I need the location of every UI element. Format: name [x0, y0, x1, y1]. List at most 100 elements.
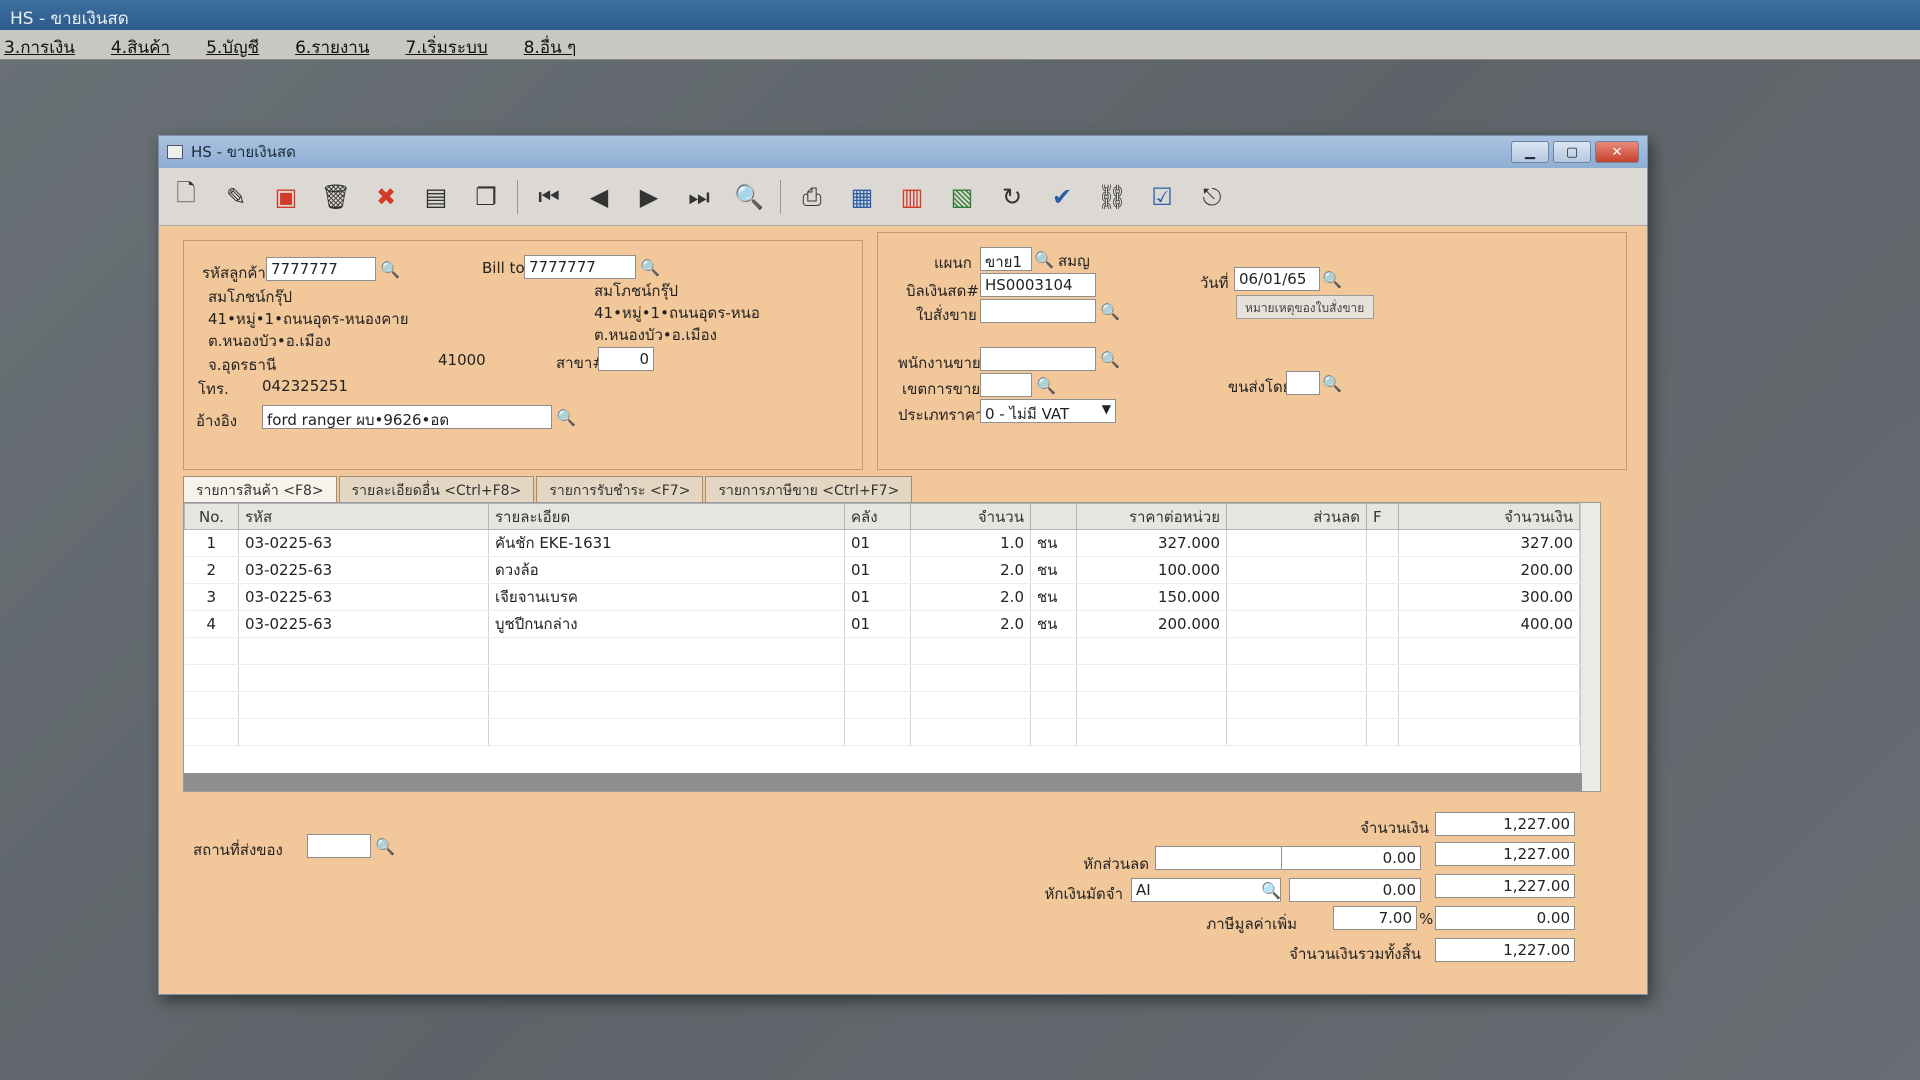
- cell-amount[interactable]: 200.00: [1398, 556, 1580, 584]
- tab-payments[interactable]: รายการรับชำระ <F7>: [536, 476, 704, 502]
- calculator-icon[interactable]: ▦: [843, 178, 881, 216]
- col-unit[interactable]: [1030, 503, 1077, 530]
- customer-search-icon[interactable]: 🔍: [378, 257, 402, 281]
- cell-discount[interactable]: [1226, 610, 1367, 638]
- last-record-icon[interactable]: ⏭: [680, 178, 718, 216]
- sales-area-search-icon[interactable]: 🔍: [1034, 373, 1058, 397]
- col-discount[interactable]: ส่วนลด: [1226, 503, 1367, 530]
- cell-flag[interactable]: [1366, 583, 1399, 611]
- tab-sales-tax[interactable]: รายการภาษีขาย <Ctrl+F7>: [705, 476, 913, 502]
- shipping-search-icon[interactable]: 🔍: [1320, 371, 1344, 395]
- delivery-place-field[interactable]: [307, 834, 371, 858]
- cell-quantity[interactable]: 2.0: [910, 583, 1031, 611]
- menu-products[interactable]: 4.สินค้า: [111, 34, 170, 58]
- cell-unit-price[interactable]: 200.000: [1076, 610, 1227, 638]
- first-record-icon[interactable]: ⏮: [530, 178, 568, 216]
- cell-code[interactable]: 03-0225-63: [238, 610, 489, 638]
- menu-reports[interactable]: 6.รายงาน: [295, 34, 369, 58]
- cell-no[interactable]: 1: [184, 529, 239, 557]
- discount-field[interactable]: 0.00: [1281, 846, 1421, 870]
- print-icon[interactable]: ⎙: [793, 178, 831, 216]
- col-flag[interactable]: F: [1366, 503, 1399, 530]
- grid-vertical-scrollbar[interactable]: [1580, 503, 1600, 791]
- void-icon[interactable]: ▣: [267, 178, 305, 216]
- cell-description[interactable]: เจียจานเบรค: [488, 583, 845, 611]
- report-icon[interactable]: ▥: [893, 178, 931, 216]
- approve-icon[interactable]: ✔: [1043, 178, 1081, 216]
- delivery-place-search-icon[interactable]: 🔍: [373, 834, 397, 858]
- date-field[interactable]: 06/01/65: [1234, 267, 1320, 291]
- vat-rate-field[interactable]: 7.00: [1333, 906, 1417, 930]
- menu-accounts[interactable]: 5.บัญชี: [206, 34, 259, 58]
- salesman-search-icon[interactable]: 🔍: [1098, 347, 1122, 371]
- close-button[interactable]: ✕: [1595, 141, 1639, 163]
- edit-icon[interactable]: ✎: [217, 178, 255, 216]
- previous-record-icon[interactable]: ◀: [580, 178, 618, 216]
- next-record-icon[interactable]: ▶: [630, 178, 668, 216]
- cell-discount[interactable]: [1226, 583, 1367, 611]
- cell-unit-price[interactable]: 150.000: [1076, 583, 1227, 611]
- empty-row[interactable]: [184, 664, 1580, 692]
- cell-description[interactable]: คันชัก EKE-1631: [488, 529, 845, 557]
- table-row[interactable]: 3 03-0225-63 เจียจานเบรค 01 2.0 ชน 150.0…: [184, 583, 1580, 611]
- col-no[interactable]: No.: [184, 503, 239, 530]
- cell-unit[interactable]: ชน: [1030, 529, 1077, 557]
- deposit-field[interactable]: 0.00: [1289, 878, 1421, 902]
- table-row[interactable]: 4 03-0225-63 บูชปีกนกล่าง 01 2.0 ชน 200.…: [184, 610, 1580, 638]
- cell-unit[interactable]: ชน: [1030, 556, 1077, 584]
- col-amount[interactable]: จำนวนเงิน: [1398, 503, 1580, 530]
- customer-code-field[interactable]: 7777777: [266, 257, 376, 281]
- export-icon[interactable]: ▧: [943, 178, 981, 216]
- delete-icon[interactable]: 🗑: [317, 178, 355, 216]
- bill-to-search-icon[interactable]: 🔍: [638, 255, 662, 279]
- table-row[interactable]: 1 03-0225-63 คันชัก EKE-1631 01 1.0 ชน 3…: [184, 529, 1580, 557]
- branch-field[interactable]: 0: [598, 347, 654, 371]
- cell-warehouse[interactable]: 01: [844, 556, 911, 584]
- cell-code[interactable]: 03-0225-63: [238, 583, 489, 611]
- cell-unit[interactable]: ชน: [1030, 583, 1077, 611]
- cell-discount[interactable]: [1226, 556, 1367, 584]
- cell-code[interactable]: 03-0225-63: [238, 556, 489, 584]
- grid-horizontal-scrollbar[interactable]: [184, 773, 1582, 791]
- salesman-field[interactable]: [980, 347, 1096, 371]
- cell-no[interactable]: 3: [184, 583, 239, 611]
- exit-icon[interactable]: ⎋: [1193, 178, 1231, 216]
- reference-field[interactable]: ford ranger ผบ•9626•อด: [262, 405, 552, 429]
- cell-amount[interactable]: 400.00: [1398, 610, 1580, 638]
- cell-warehouse[interactable]: 01: [844, 610, 911, 638]
- cell-amount[interactable]: 327.00: [1398, 529, 1580, 557]
- col-warehouse[interactable]: คลัง: [844, 503, 911, 530]
- discount-code-field[interactable]: [1155, 846, 1301, 870]
- menu-setup[interactable]: 7.เริ่มระบบ: [405, 34, 487, 58]
- empty-row[interactable]: [184, 637, 1580, 665]
- tab-other-details[interactable]: รายละเอียดอื่น <Ctrl+F8>: [338, 476, 535, 502]
- cell-quantity[interactable]: 2.0: [910, 556, 1031, 584]
- cell-flag[interactable]: [1366, 529, 1399, 557]
- cell-unit-price[interactable]: 100.000: [1076, 556, 1227, 584]
- cell-unit-price[interactable]: 327.000: [1076, 529, 1227, 557]
- link-icon[interactable]: ⛓: [1093, 178, 1131, 216]
- cell-no[interactable]: 4: [184, 610, 239, 638]
- minimize-button[interactable]: ▁: [1511, 141, 1549, 163]
- department-field[interactable]: ขาย1: [980, 247, 1032, 271]
- cell-flag[interactable]: [1366, 556, 1399, 584]
- cell-quantity[interactable]: 2.0: [910, 610, 1031, 638]
- table-row[interactable]: 2 03-0225-63 ดวงล้อ 01 2.0 ชน 100.000 20…: [184, 556, 1580, 584]
- sales-order-search-icon[interactable]: 🔍: [1098, 299, 1122, 323]
- new-doc-icon[interactable]: 🗋: [167, 178, 205, 216]
- ok-icon[interactable]: ☑: [1143, 178, 1181, 216]
- shipping-field[interactable]: [1286, 371, 1320, 395]
- recalculate-icon[interactable]: ↻: [993, 178, 1031, 216]
- sales-order-field[interactable]: [980, 299, 1096, 323]
- window-titlebar[interactable]: HS - ขายเงินสด ▁ ▢ ✕: [159, 136, 1647, 168]
- cancel-icon[interactable]: ✖: [367, 178, 405, 216]
- empty-row[interactable]: [184, 691, 1580, 719]
- col-description[interactable]: รายละเอียด: [488, 503, 845, 530]
- col-unit-price[interactable]: ราคาต่อหน่วย: [1076, 503, 1227, 530]
- cash-bill-number[interactable]: HS0003104: [980, 273, 1096, 297]
- col-quantity[interactable]: จำนวน: [910, 503, 1031, 530]
- sales-area-field[interactable]: [980, 373, 1032, 397]
- save-icon[interactable]: ▤: [417, 178, 455, 216]
- cell-quantity[interactable]: 1.0: [910, 529, 1031, 557]
- price-type-select[interactable]: 0 - ไม่มี VAT ▼: [980, 399, 1116, 423]
